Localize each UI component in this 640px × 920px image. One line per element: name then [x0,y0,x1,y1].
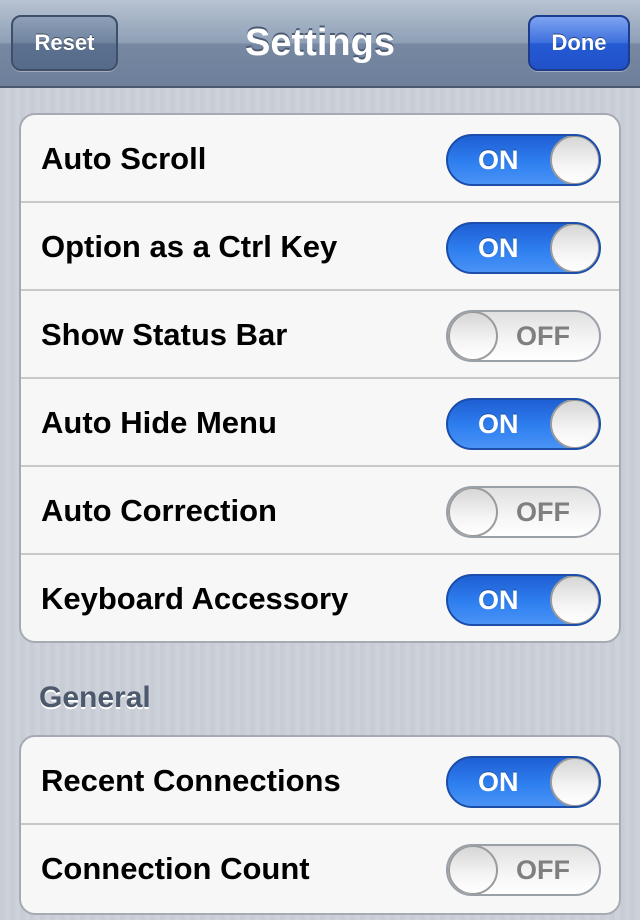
toggle-knob[interactable] [550,758,599,806]
toggle-state-text: ON [478,145,519,175]
keyboard-accessory-toggle[interactable]: ON [446,574,601,626]
setting-label: Keyboard Accessory [41,581,349,616]
toggle-state-text: ON [478,585,519,615]
done-button[interactable]: Done [528,15,630,71]
setting-label: Recent Connections [41,763,341,798]
toggle-knob[interactable] [550,576,599,624]
setting-row-connection-count: Connection Count OFF [21,825,619,913]
setting-label: Show Status Bar [41,317,288,352]
show-status-bar-toggle[interactable]: OFF [446,310,601,362]
setting-label: Auto Correction [41,493,277,528]
auto-scroll-toggle[interactable]: ON [446,134,601,186]
auto-hide-menu-toggle[interactable]: ON [446,398,601,450]
setting-label: Auto Hide Menu [41,405,277,440]
navigation-bar: Reset Settings Done [0,0,640,88]
toggle-knob[interactable] [448,312,498,360]
setting-label: Auto Scroll [41,141,207,176]
toggle-state-text: ON [478,767,519,797]
toggle-state-text: OFF [516,497,570,527]
toggle-state-text: OFF [516,855,570,885]
setting-label: Option as a Ctrl Key [41,229,338,264]
setting-row-recent-connections: Recent Connections ON [21,737,619,825]
section-header-general: General [39,681,151,714]
toggle-knob[interactable] [448,846,498,894]
auto-correction-toggle[interactable]: OFF [446,486,601,538]
recent-connections-toggle[interactable]: ON [446,756,601,808]
option-ctrl-key-toggle[interactable]: ON [446,222,601,274]
setting-row-keyboard-accessory: Keyboard Accessory ON [21,555,619,641]
toggle-knob[interactable] [550,136,599,184]
toggle-knob[interactable] [448,488,498,536]
setting-row-auto-hide-menu: Auto Hide Menu ON [21,379,619,467]
general-group: Recent Connections ON Connection Count O… [19,735,621,915]
settings-group: Auto Scroll ON Option as a Ctrl Key ON S… [19,113,621,643]
toggle-state-text: ON [478,233,519,263]
setting-row-show-status-bar: Show Status Bar OFF [21,291,619,379]
toggle-state-text: OFF [516,321,570,351]
toggle-knob[interactable] [550,224,599,272]
setting-row-auto-correction: Auto Correction OFF [21,467,619,555]
connection-count-toggle[interactable]: OFF [446,844,601,896]
toggle-state-text: ON [478,409,519,439]
setting-row-auto-scroll: Auto Scroll ON [21,115,619,203]
setting-label: Connection Count [41,851,310,886]
toggle-knob[interactable] [550,400,599,448]
setting-row-option-ctrl-key: Option as a Ctrl Key ON [21,203,619,291]
